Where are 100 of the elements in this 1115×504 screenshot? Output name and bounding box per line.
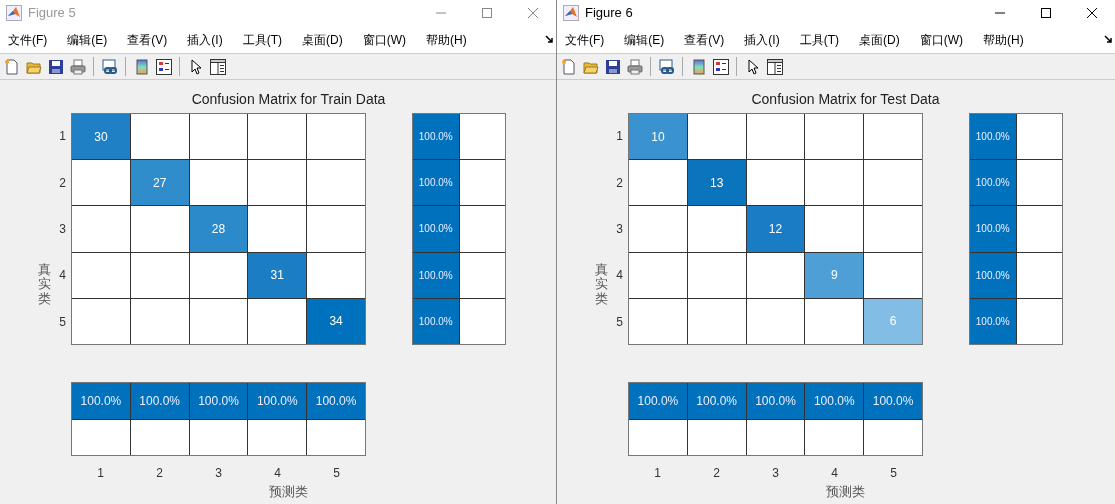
menu-item[interactable]: 工具(T)	[795, 30, 847, 49]
matrix-cell	[130, 252, 189, 298]
summary-cell: 100.0%	[189, 383, 248, 419]
tick-label: 1	[615, 128, 624, 146]
summary-cell	[1016, 114, 1062, 160]
summary-cell	[1016, 252, 1062, 298]
tick-label: 2	[615, 174, 624, 192]
matrix-cell	[189, 252, 248, 298]
summary-cell: 100.0%	[413, 206, 459, 252]
axis-label: 真实类	[594, 263, 608, 306]
toolbar-expand-icon[interactable]	[1104, 35, 1113, 44]
chart-title: Confusion Matrix for Train Data	[191, 91, 386, 107]
menu-item[interactable]: 桌面(D)	[298, 30, 351, 49]
matrix-cell	[72, 298, 130, 344]
matrix-cell	[130, 114, 189, 160]
matrix-cell: 13	[687, 160, 746, 206]
tick-label: 4	[615, 267, 624, 285]
matlab-logo-icon	[563, 5, 579, 21]
matrix-cell: 30	[72, 114, 130, 160]
summary-cell: 100.0%	[805, 383, 864, 419]
matrix-cell	[248, 114, 307, 160]
matrix-cell	[805, 298, 864, 344]
summary-cell	[459, 206, 505, 252]
tick-label: 3	[214, 465, 223, 482]
menu-item[interactable]: 插入(I)	[183, 30, 231, 49]
toolbar-expand-icon[interactable]	[545, 35, 554, 44]
tick-label: 3	[58, 221, 67, 238]
matrix-cell	[687, 114, 746, 160]
legend-button[interactable]	[711, 57, 730, 76]
close-icon	[527, 7, 539, 19]
maximize-icon	[1040, 7, 1052, 19]
save-button[interactable]	[603, 57, 622, 76]
summary-cell: 100.0%	[864, 383, 922, 419]
summary-cell	[459, 298, 505, 344]
summary-cell: 100.0%	[413, 252, 459, 298]
summary-cell	[1016, 160, 1062, 206]
matrix-cell	[805, 114, 864, 160]
summary-cell	[1016, 298, 1062, 344]
summary-cell	[864, 419, 922, 455]
matrix-cell	[307, 252, 365, 298]
legend-button[interactable]	[154, 57, 173, 76]
menu-item[interactable]: 工具(T)	[238, 30, 290, 49]
menu-item[interactable]: 桌面(D)	[855, 30, 908, 49]
save-button[interactable]	[46, 57, 65, 76]
menu-item[interactable]: 插入(I)	[740, 30, 788, 49]
summary-cell	[746, 419, 805, 455]
close-icon	[1086, 7, 1098, 19]
matrix-cell	[746, 114, 805, 160]
menu-item[interactable]: 帮助(H)	[422, 30, 475, 49]
tick-label: 5	[615, 313, 624, 331]
matrix-cell: 12	[746, 206, 805, 252]
printer-button[interactable]	[625, 57, 644, 76]
property-panel-button[interactable]	[765, 57, 784, 76]
matrix-cell	[687, 252, 746, 298]
matrix-cell: 28	[189, 206, 248, 252]
summary-cell: 100.0%	[970, 206, 1016, 252]
matrix-cell	[72, 160, 130, 206]
menu-item[interactable]: 查看(V)	[680, 30, 733, 49]
summary-cell	[459, 160, 505, 206]
menu-item[interactable]: 窗口(W)	[915, 30, 971, 49]
chart-title: Confusion Matrix for Test Data	[751, 91, 940, 107]
menu-item[interactable]: 窗口(W)	[358, 30, 414, 49]
tick-label: 5	[889, 465, 898, 482]
summary-cell: 100.0%	[746, 383, 805, 419]
maximize-icon	[481, 7, 493, 19]
summary-cell: 100.0%	[970, 114, 1016, 160]
summary-cell	[459, 114, 505, 160]
matrix-cell	[746, 252, 805, 298]
property-panel-button[interactable]	[208, 57, 227, 76]
printer-button[interactable]	[68, 57, 87, 76]
summary-cell: 100.0%	[970, 252, 1016, 298]
matrix-cell	[189, 114, 248, 160]
window-title: Figure 6	[585, 4, 633, 23]
menu-item[interactable]: 文件(F)	[561, 30, 613, 49]
summary-cell	[629, 419, 687, 455]
menu-item[interactable]: 文件(F)	[4, 30, 56, 49]
matrix-cell: 10	[629, 114, 687, 160]
menu-item[interactable]: 查看(V)	[123, 30, 176, 49]
summary-cell: 100.0%	[629, 383, 687, 419]
matrix-cell	[130, 298, 189, 344]
link-button[interactable]	[100, 57, 119, 76]
menu-item[interactable]: 编辑(E)	[63, 30, 116, 49]
summary-cell	[248, 419, 307, 455]
menu-item[interactable]: 帮助(H)	[979, 30, 1032, 49]
matrix-cell	[72, 252, 130, 298]
tick-label: 4	[273, 465, 282, 482]
menu-item[interactable]: 编辑(E)	[620, 30, 673, 49]
matrix-cell	[307, 206, 365, 252]
axis-label: 预测类	[825, 483, 866, 501]
matrix-cell	[805, 160, 864, 206]
summary-cell: 100.0%	[307, 383, 365, 419]
matrix-cell	[307, 160, 365, 206]
tick-label: 2	[58, 174, 67, 192]
summary-cell: 100.0%	[970, 160, 1016, 206]
link-button[interactable]	[657, 57, 676, 76]
tick-label: 5	[332, 465, 341, 482]
matlab-logo-icon	[6, 5, 22, 21]
matrix-cell: 9	[805, 252, 864, 298]
tick-label: 4	[58, 267, 67, 285]
summary-cell: 100.0%	[72, 383, 130, 419]
